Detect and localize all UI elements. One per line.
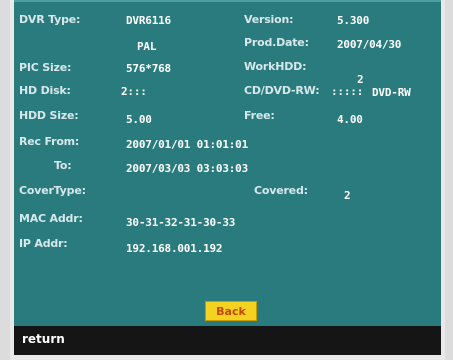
- version-label: Version:: [244, 13, 294, 26]
- status-text: return: [22, 332, 65, 346]
- hdd-size-value: 5.00: [126, 113, 152, 126]
- version-value: 5.300: [337, 14, 370, 27]
- rec-to-label: To:: [54, 159, 72, 172]
- free-value: 4.00: [337, 113, 363, 126]
- video-standard-value: PAL: [137, 40, 157, 53]
- rec-from-value: 2007/01/01 01:01:01: [126, 138, 249, 151]
- free-label: Free:: [244, 109, 275, 122]
- cd-dvd-label: CD/DVD-RW:: [244, 84, 320, 97]
- cd-dvd-value: DVD-RW: [372, 86, 411, 99]
- prod-date-label: Prod.Date:: [244, 36, 309, 49]
- ip-addr-value: 192.168.001.192: [126, 242, 223, 255]
- dvr-type-value: DVR6116: [126, 14, 171, 27]
- hdd-size-label: HDD Size:: [19, 109, 79, 122]
- mac-addr-label: MAC Addr:: [19, 212, 83, 225]
- rec-to-value: 2007/03/03 03:03:03: [126, 162, 249, 175]
- status-bar: return: [14, 326, 441, 355]
- hd-disk-label: HD Disk:: [19, 84, 71, 97]
- ip-addr-label: IP Addr:: [19, 237, 68, 250]
- prod-date-value: 2007/04/30: [337, 38, 402, 51]
- dvr-type-label: DVR Type:: [19, 13, 81, 26]
- back-button[interactable]: Back: [205, 301, 257, 321]
- dvr-info-panel: DVR Type: DVR6116 Version: 5.300 PAL Pro…: [14, 0, 441, 328]
- work-hdd-label: WorkHDD:: [244, 60, 307, 73]
- hd-disk-value: 2:::: [121, 85, 147, 98]
- cd-dvd-indicator: :::::: [331, 85, 364, 98]
- rec-from-label: Rec From:: [19, 135, 80, 148]
- cover-type-label: CoverType:: [19, 184, 86, 197]
- pic-size-value: 576*768: [126, 62, 171, 75]
- pic-size-label: PIC Size:: [19, 61, 72, 74]
- mac-addr-value: 30-31-32-31-30-33: [126, 216, 236, 229]
- covered-value: 2: [344, 189, 351, 202]
- covered-label: Covered:: [254, 184, 308, 197]
